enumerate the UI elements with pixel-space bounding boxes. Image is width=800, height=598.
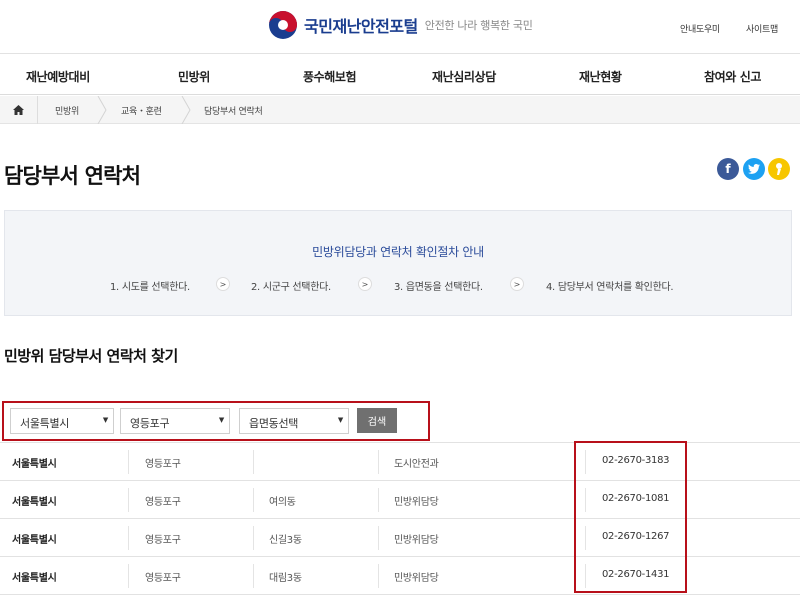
breadcrumb-home[interactable]	[0, 96, 38, 124]
nav-participation-report[interactable]: 참여와 신고	[704, 68, 761, 85]
cell-department: 민방위담당	[394, 535, 439, 546]
procedure-step-1: 1. 시도를 선택한다.	[110, 282, 190, 293]
column-divider	[378, 526, 379, 550]
twitter-icon	[748, 164, 760, 174]
chevron-right-icon: >	[216, 277, 230, 291]
breadcrumb-item-civil-defense[interactable]: 민방위	[55, 104, 79, 117]
phone-column-highlight	[574, 441, 687, 593]
nav-disaster-status[interactable]: 재난현황	[579, 68, 622, 85]
chevron-right-icon: >	[358, 277, 372, 291]
chevron-right-icon	[181, 96, 191, 124]
column-divider	[128, 488, 129, 512]
column-divider	[128, 526, 129, 550]
breadcrumb: 민방위 교육・훈련 담당부서 연락처	[0, 96, 800, 124]
column-divider	[128, 450, 129, 474]
chevron-right-icon	[97, 96, 107, 124]
cell-city: 서울특별시	[12, 497, 57, 508]
column-divider	[253, 526, 254, 550]
sido-select-value: 서울특별시	[20, 417, 70, 430]
cell-city: 서울특별시	[12, 459, 57, 470]
kakao-share-button[interactable]	[768, 158, 790, 180]
eupmyeondong-select-value: 읍면동선택	[249, 417, 299, 430]
site-title: 국민재난안전포털	[304, 17, 418, 36]
site-logo[interactable]: 국민재난안전포털 안전한 나라 행복한 국민	[268, 10, 533, 40]
cell-gu: 영등포구	[145, 497, 181, 508]
cell-dong: 신길3동	[269, 535, 302, 546]
kakaostory-icon	[776, 163, 782, 175]
eupmyeondong-select[interactable]: 읍면동선택 ▼	[239, 408, 349, 434]
sigungu-select-value: 영등포구	[130, 417, 170, 430]
sido-select[interactable]: 서울특별시 ▼	[10, 408, 114, 434]
twitter-share-button[interactable]	[743, 158, 765, 180]
procedure-step-2: 2. 시군구 선택한다.	[251, 282, 331, 293]
breadcrumb-item-current: 담당부서 연락처	[204, 107, 263, 117]
dropdown-arrow-icon: ▼	[102, 416, 108, 424]
cell-dong: 대림3동	[269, 573, 302, 584]
cell-department: 도시안전과	[394, 459, 439, 470]
page-title: 담당부서 연락처	[4, 164, 141, 188]
procedure-step-4: 4. 담당부서 연락처를 확인한다.	[546, 282, 674, 293]
sitemap-link[interactable]: 사이트맵	[746, 22, 778, 35]
help-link[interactable]: 안내도우미	[680, 22, 720, 35]
procedure-step-3: 3. 읍면동을 선택한다.	[394, 282, 483, 293]
table-bottom-border	[0, 594, 800, 595]
facebook-share-button[interactable]: f	[717, 158, 739, 180]
column-divider	[378, 450, 379, 474]
nav-civil-defense[interactable]: 민방위	[178, 68, 210, 85]
column-divider	[253, 564, 254, 588]
column-divider	[378, 488, 379, 512]
main-navigation: 재난예방대비 민방위 풍수해보험 재난심리상담 재난현황 참여와 신고	[0, 55, 800, 95]
breadcrumb-item-education[interactable]: 교육・훈련	[121, 104, 162, 117]
nav-flood-insurance[interactable]: 풍수해보험	[303, 68, 357, 85]
procedure-title: 민방위담당과 연락처 확인절차 안내	[312, 245, 484, 259]
cell-gu: 영등포구	[145, 535, 181, 546]
sigungu-select[interactable]: 영등포구 ▼	[120, 408, 230, 434]
column-divider	[253, 450, 254, 474]
facebook-icon: f	[725, 162, 731, 176]
cell-dong: 여의동	[269, 497, 296, 508]
nav-disaster-prevention[interactable]: 재난예방대비	[26, 68, 90, 85]
section-title: 민방위 담당부서 연락처 찾기	[4, 347, 178, 365]
site-slogan: 안전한 나라 행복한 국민	[424, 19, 533, 32]
taegeuk-emblem-icon	[269, 11, 297, 39]
cell-city: 서울특별시	[12, 573, 57, 584]
cell-department: 민방위담당	[394, 573, 439, 584]
chevron-right-icon: >	[510, 277, 524, 291]
home-icon	[13, 105, 24, 115]
cell-gu: 영등포구	[145, 573, 181, 584]
nav-disaster-counseling[interactable]: 재난심리상담	[432, 68, 496, 85]
search-form: 서울특별시 ▼ 영등포구 ▼ 읍면동선택 ▼ 검색	[2, 401, 430, 441]
column-divider	[253, 488, 254, 512]
dropdown-arrow-icon: ▼	[337, 416, 343, 424]
procedure-info-box: 민방위담당과 연락처 확인절차 안내 1. 시도를 선택한다. > 2. 시군구…	[4, 210, 792, 316]
cell-city: 서울특별시	[12, 535, 57, 546]
search-button[interactable]: 검색	[357, 408, 397, 433]
site-header: 국민재난안전포털 안전한 나라 행복한 국민 안내도우미 사이트맵	[0, 0, 800, 54]
column-divider	[378, 564, 379, 588]
cell-gu: 영등포구	[145, 459, 181, 470]
dropdown-arrow-icon: ▼	[218, 416, 224, 424]
column-divider	[128, 564, 129, 588]
cell-department: 민방위담당	[394, 497, 439, 508]
